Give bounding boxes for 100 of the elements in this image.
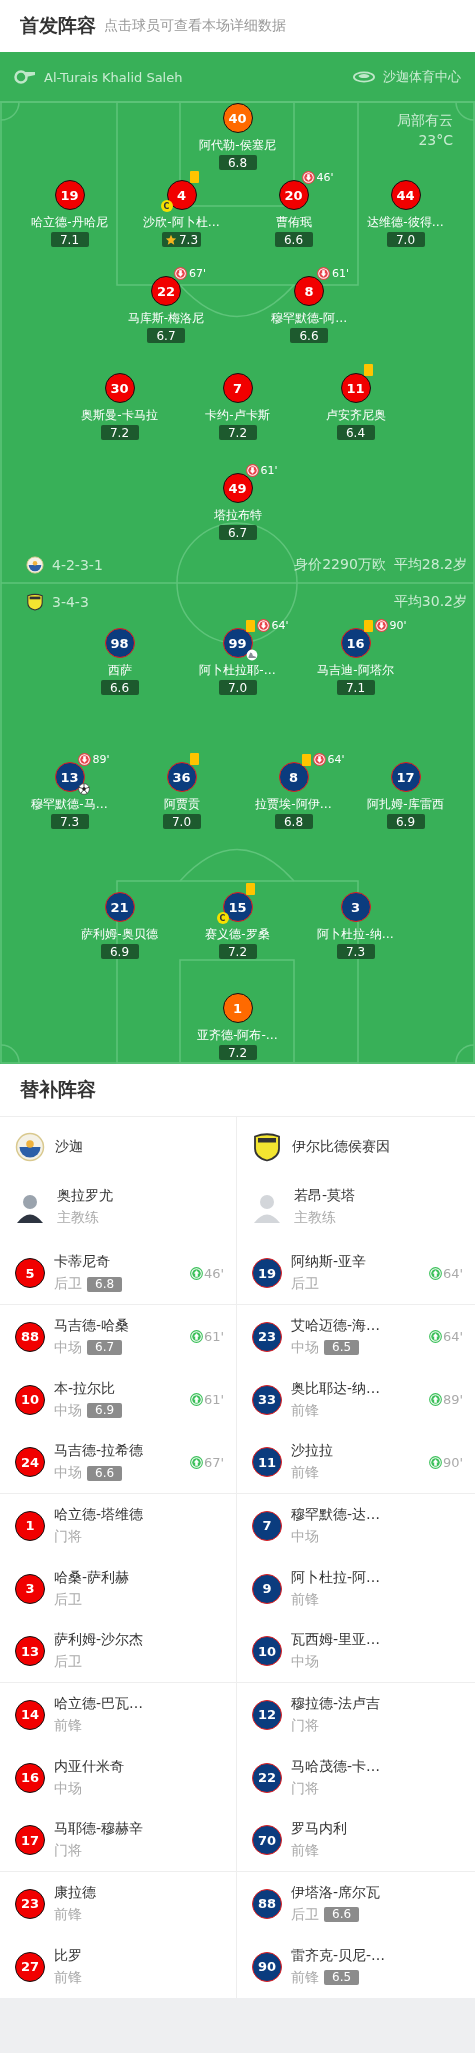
player-name[interactable]: 马吉德-哈桑 (54, 1316, 181, 1335)
player-rating: 7.1 (50, 232, 89, 247)
team-name[interactable]: 伊尔比德侯赛因 (292, 1138, 390, 1156)
shirt-number[interactable]: 5 (15, 1258, 45, 1288)
shirt-number[interactable]: 17 (15, 1825, 45, 1855)
player-name: 阿卜杜拉耶-… (199, 662, 276, 678)
shirt-number[interactable]: 1 (15, 1510, 45, 1541)
coach-role: 主教练 (294, 1209, 337, 1227)
player-position: 门将 (291, 1779, 319, 1798)
player-name: 达维德-彼得… (367, 214, 444, 230)
shirt-number[interactable]: 9 (252, 1573, 282, 1604)
shirt-number[interactable]: 10 (252, 1636, 282, 1666)
team-crest-icon (252, 1132, 282, 1162)
substitution-on-icon (189, 1393, 203, 1406)
player-rating: 7.2 (218, 425, 257, 440)
player-name[interactable]: 伊塔洛-席尔瓦 (291, 1883, 463, 1902)
player-position: 前锋 (54, 1716, 82, 1735)
player-name[interactable]: 穆拉德-法卢吉 (291, 1694, 463, 1713)
coach-name[interactable]: 若昂-莫塔 (294, 1187, 356, 1205)
player-rating: 7.2 (218, 944, 257, 959)
player-name[interactable]: 哈立德-巴瓦… (54, 1694, 224, 1713)
player-rating: 7.0 (162, 814, 201, 829)
player-name[interactable]: 卡蒂尼奇 (54, 1253, 181, 1271)
shirt-number[interactable]: 23 (15, 1888, 45, 1919)
player-name[interactable]: 沙拉拉 (291, 1442, 420, 1460)
weather-condition: 局部有云 (397, 112, 453, 130)
player-name[interactable]: 康拉德 (54, 1883, 224, 1902)
player-position: 门将 (54, 1527, 82, 1546)
player-name[interactable]: 艾哈迈德-海… (291, 1316, 420, 1335)
player-name: 阿扎姆-库雷西 (367, 796, 444, 812)
player-rating: 6.9 (386, 814, 425, 829)
team-crest-icon (26, 556, 44, 574)
player-rating: 6.8 (218, 155, 257, 170)
shirt-number[interactable]: 22 (252, 1762, 282, 1793)
player-name: 沙欣-阿卜杜… (143, 214, 220, 230)
player-name[interactable]: 马吉德-拉希德 (54, 1442, 181, 1460)
player-rating: 6.6 (324, 1907, 360, 1922)
shirt-number[interactable]: 24 (15, 1447, 45, 1477)
substitution-on-icon (428, 1330, 442, 1343)
shirt-number[interactable]: 70 (252, 1825, 282, 1855)
player-rating: 7.3 (50, 814, 89, 829)
player-name: 卢安齐尼奥 (325, 407, 386, 423)
player-name[interactable]: 马耶德-穆赫辛 (54, 1820, 224, 1838)
player-name[interactable]: 马哈茂德-卡… (291, 1757, 463, 1776)
player-rating: 6.6 (87, 1465, 123, 1481)
player-position: 前锋 (54, 1968, 82, 1987)
shirt-number[interactable]: 14 (15, 1699, 45, 1730)
player-name[interactable]: 哈桑-萨利赫 (54, 1568, 224, 1587)
player-name[interactable]: 内亚什米奇 (54, 1757, 224, 1776)
player-position: 前锋 (291, 1590, 319, 1609)
player-name[interactable]: 萨利姆-沙尔杰 (54, 1631, 224, 1649)
player-name[interactable]: 瓦西姆-里亚… (291, 1631, 463, 1649)
team-name[interactable]: 沙迦 (55, 1138, 83, 1156)
shirt-number[interactable]: 19 (252, 1258, 282, 1288)
player-name[interactable]: 比罗 (54, 1946, 224, 1965)
shirt-number[interactable]: 3 (15, 1573, 45, 1604)
shirt-number[interactable]: 90 (252, 1951, 282, 1982)
player-name[interactable]: 穆罕默德-达… (291, 1505, 463, 1524)
player-name[interactable]: 罗马内利 (291, 1820, 463, 1838)
substitution-on-icon (189, 1266, 203, 1280)
shirt-number[interactable]: 33 (252, 1384, 282, 1415)
player-name: 马库斯-梅洛尼 (127, 310, 205, 326)
shirt-number[interactable]: 88 (15, 1321, 45, 1352)
substitution-minute: 46' (316, 171, 334, 184)
player-position: 后卫 (54, 1275, 82, 1293)
player-name[interactable]: 阿纳斯-亚辛 (291, 1253, 420, 1271)
player-name[interactable]: 雷齐克-贝尼-… (291, 1946, 463, 1965)
substitution-minute: 61' (260, 464, 278, 477)
player-name[interactable]: 阿卜杜拉-阿… (291, 1568, 463, 1587)
coach-name[interactable]: 奥拉罗尤 (57, 1187, 113, 1205)
shirt-number[interactable]: 88 (252, 1888, 282, 1919)
player-name[interactable]: 本-拉尔比 (54, 1379, 181, 1398)
shirt-number[interactable]: 16 (15, 1762, 45, 1793)
shirt-number[interactable]: 12 (252, 1699, 282, 1730)
player-name: 曹侑珉 (275, 214, 312, 230)
player-name[interactable]: 哈立德-塔维德 (54, 1505, 224, 1524)
player-rating: 7.0 (386, 232, 425, 247)
player-position: 门将 (291, 1716, 319, 1735)
player-rating: 7.1 (336, 680, 375, 695)
player-position: 前锋 (291, 1842, 319, 1860)
substitution-off-icon (256, 619, 270, 632)
shirt-number[interactable]: 11 (252, 1447, 282, 1477)
shirt-number[interactable]: 23 (252, 1321, 282, 1352)
shirt-number[interactable]: 13 (15, 1636, 45, 1666)
player-rating: 6.8 (274, 814, 313, 829)
team-summary: 平均28.2岁 (393, 556, 467, 574)
player-position: 后卫 (54, 1653, 82, 1671)
shirt-number[interactable]: 7 (252, 1510, 282, 1541)
shirt-number[interactable]: 10 (15, 1384, 45, 1415)
substitution-minute: 61' (203, 1329, 224, 1344)
shirt-number[interactable]: 27 (15, 1951, 45, 1982)
substitution-off-icon (77, 753, 91, 766)
player-name: 奥斯曼-卡马拉 (81, 407, 158, 423)
player-rating: 6.9 (100, 944, 139, 959)
player-position: 中场 (291, 1338, 319, 1357)
substitution-off-icon (245, 464, 259, 477)
player-rating: 7.0 (218, 680, 257, 695)
player-name[interactable]: 奥比耶达-纳… (291, 1379, 420, 1398)
player-rating: 6.6 (290, 328, 328, 343)
player-name: 穆罕默德-马… (31, 796, 108, 812)
